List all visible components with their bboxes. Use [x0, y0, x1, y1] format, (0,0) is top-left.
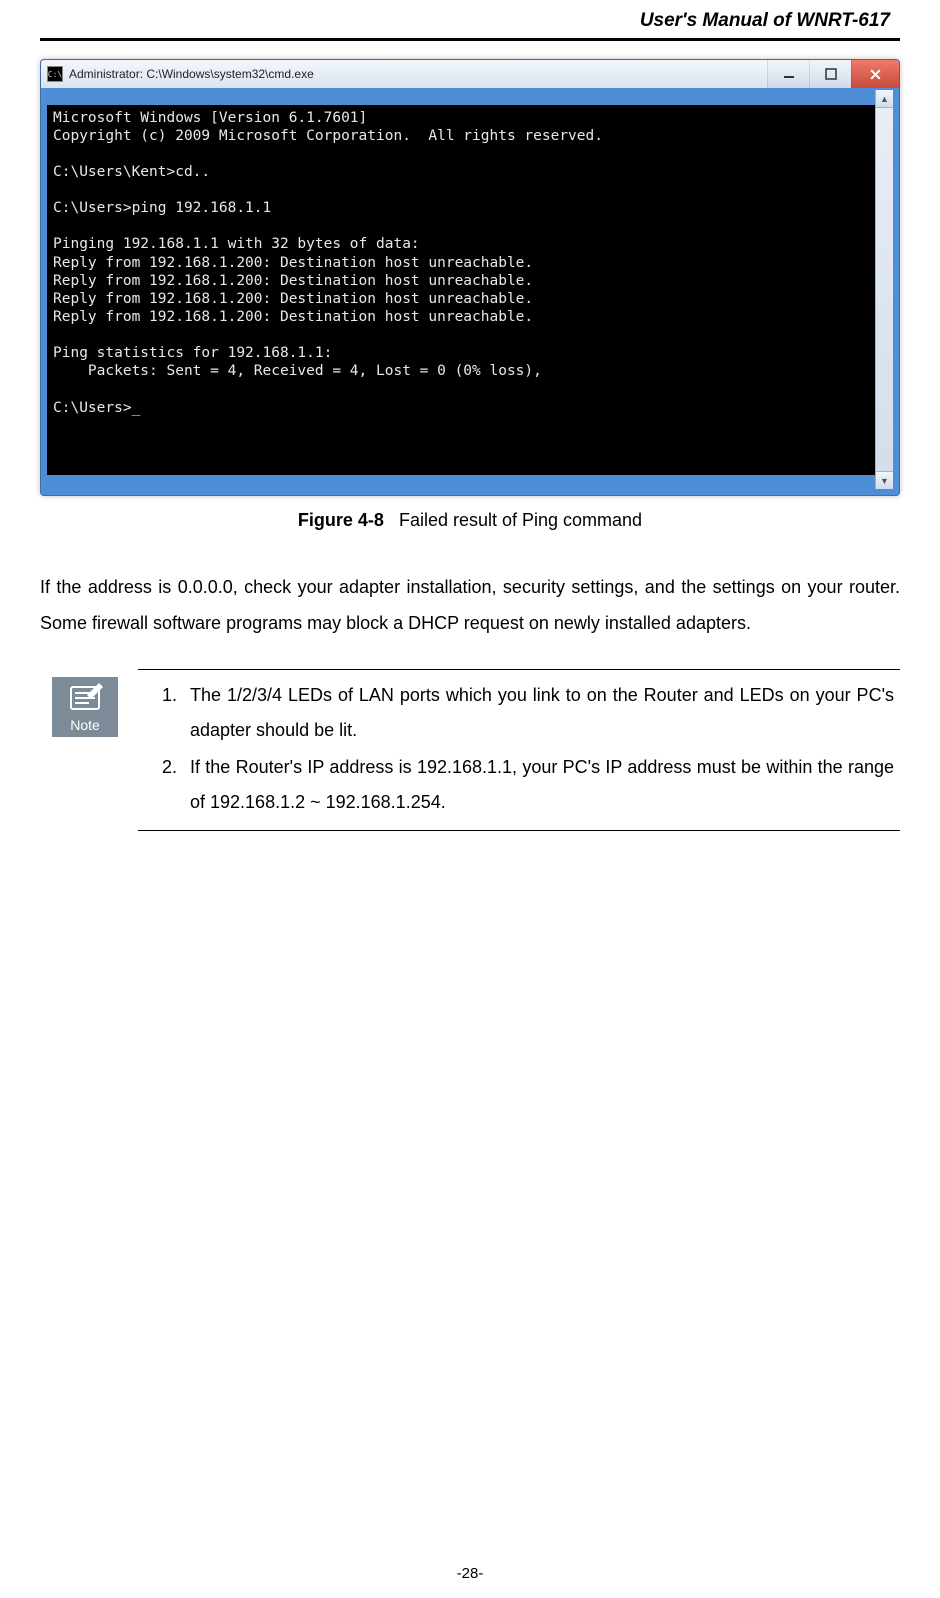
- maximize-button[interactable]: [809, 60, 851, 88]
- minimize-icon: [783, 68, 795, 80]
- figure-caption: Figure 4-8 Failed result of Ping command: [40, 510, 900, 531]
- note-icon: [65, 683, 105, 715]
- figure-caption-text: Failed result of Ping command: [399, 510, 642, 530]
- page-number: -28-: [0, 1565, 940, 1582]
- scrollbar[interactable]: ▲ ▼: [875, 90, 893, 489]
- header-rule: [40, 38, 900, 41]
- note-badge: Note: [52, 677, 118, 737]
- window-buttons: [767, 60, 899, 88]
- cmd-title-left: C:\ Administrator: C:\Windows\system32\c…: [47, 66, 314, 82]
- body-paragraph: If the address is 0.0.0.0, check your ad…: [40, 569, 900, 641]
- cmd-prompt-icon: C:\: [47, 66, 63, 82]
- cmd-titlebar: C:\ Administrator: C:\Windows\system32\c…: [41, 60, 899, 88]
- cmd-client-area: Microsoft Windows [Version 6.1.7601] Cop…: [41, 88, 899, 495]
- maximize-icon: [825, 68, 837, 80]
- scroll-down-icon: ▼: [876, 471, 893, 489]
- note-content: The 1/2/3/4 LEDs of LAN ports which you …: [138, 669, 900, 831]
- scroll-up-icon: ▲: [876, 90, 893, 108]
- page-header-title: User's Manual of WNRT-617: [40, 10, 900, 38]
- cmd-title-text: Administrator: C:\Windows\system32\cmd.e…: [69, 67, 314, 81]
- cmd-window: C:\ Administrator: C:\Windows\system32\c…: [40, 59, 900, 496]
- note-list-item: If the Router's IP address is 192.168.1.…: [182, 750, 894, 820]
- note-list: The 1/2/3/4 LEDs of LAN ports which you …: [138, 678, 894, 820]
- cmd-output: Microsoft Windows [Version 6.1.7601] Cop…: [47, 105, 893, 475]
- close-button[interactable]: [851, 60, 899, 88]
- note-badge-label: Note: [52, 717, 118, 733]
- note-block: Note The 1/2/3/4 LEDs of LAN ports which…: [52, 669, 900, 831]
- close-icon: [869, 68, 882, 81]
- figure-label: Figure 4-8: [298, 510, 384, 530]
- minimize-button[interactable]: [767, 60, 809, 88]
- note-list-item: The 1/2/3/4 LEDs of LAN ports which you …: [182, 678, 894, 748]
